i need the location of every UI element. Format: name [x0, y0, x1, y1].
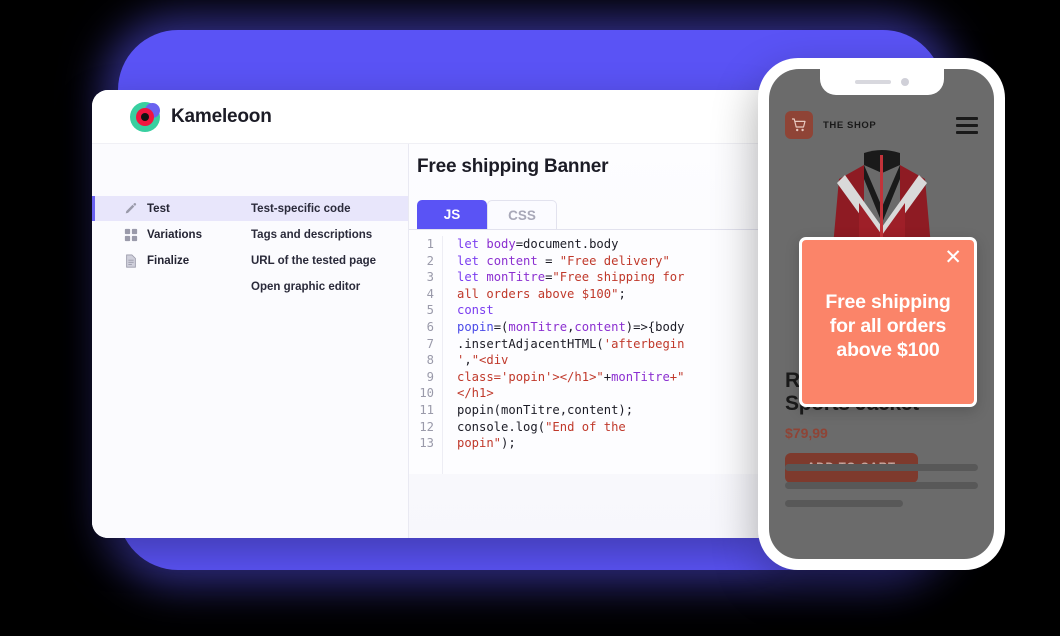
- line-number: 11: [419, 402, 434, 417]
- line-number: 2: [426, 253, 434, 268]
- product-price: $79,99: [785, 425, 828, 441]
- hamburger-menu-icon[interactable]: [956, 116, 978, 134]
- popup-message: Free shipping for all orders above $100: [825, 291, 951, 361]
- line-number: 13: [419, 436, 434, 451]
- line-number: 9: [426, 369, 434, 384]
- line-number: 1: [426, 237, 434, 251]
- line-number: 4: [426, 286, 434, 301]
- placeholder-line: [785, 500, 903, 507]
- free-shipping-popup: ✕ Free shipping for all orders above $10…: [799, 237, 977, 407]
- code-line: popin(monTitre,content);: [457, 402, 634, 417]
- phone-screen: THE SHOP ✕ Free shipping for all orders …: [769, 69, 994, 559]
- line-number: 12: [419, 419, 434, 434]
- code-line: let body=document.body: [457, 237, 619, 251]
- tab-js[interactable]: JS: [417, 200, 487, 229]
- sidebar-item-variations[interactable]: Variations: [92, 222, 234, 247]
- shop-header-bar: THE SHOP: [769, 105, 994, 145]
- kameleoon-target-logo-icon: [130, 101, 160, 132]
- tab-css[interactable]: CSS: [487, 200, 557, 229]
- submenu-list: Test-specific code Tags and descriptions…: [234, 144, 409, 538]
- line-number: 10: [419, 386, 434, 401]
- sidebar-item-test[interactable]: Test: [92, 196, 234, 221]
- shop-name-label: THE SHOP: [823, 119, 877, 131]
- phone-mockup: THE SHOP ✕ Free shipping for all orders …: [758, 58, 1005, 570]
- phone-notch: [819, 69, 944, 95]
- code-editor[interactable]: 1 2 3 4 5 6 7 8 9 10 11 12 13 let body=document.body…: [409, 229, 760, 474]
- code-content[interactable]: let body=document.body let content = "Fre…: [443, 236, 685, 474]
- submenu-item-test-specific-code[interactable]: Test-specific code: [234, 196, 408, 221]
- sidebar-item-label: Variations: [147, 228, 202, 241]
- code-line: console.log("End of the: [457, 419, 626, 434]
- document-icon: [126, 253, 136, 268]
- dashboard-body: Test Variations Finalize Test-specific c…: [92, 144, 760, 538]
- page-title: Free shipping Banner: [417, 156, 609, 177]
- sidebar-item-label: Finalize: [147, 254, 190, 267]
- front-camera-icon: [900, 78, 909, 86]
- canvas: Kameleoon Test Variations Finalize Test-…: [0, 0, 1060, 636]
- code-line: .insertAdjacentHTML('afterbegin: [457, 336, 685, 351]
- pencil-icon: [125, 202, 137, 213]
- code-line: let monTitre="Free shipping for: [457, 270, 685, 285]
- line-number: 5: [426, 303, 434, 318]
- editor-tabs: JS CSS: [409, 200, 760, 229]
- line-number-gutter: 1 2 3 4 5 6 7 8 9 10 11 12 13: [409, 236, 443, 474]
- code-line: ',"<div: [457, 353, 509, 368]
- code-line: popin");: [457, 436, 516, 451]
- line-number: 6: [426, 319, 434, 334]
- placeholder-line: [785, 482, 978, 489]
- dashboard-header: Kameleoon: [92, 90, 760, 144]
- code-line: const: [457, 303, 494, 318]
- code-line: popin=(monTitre,content)=>{body: [457, 319, 685, 334]
- code-editor-pane: Free shipping Banner JS CSS 1 2 3 4 5 6 7 8 9 10 1…: [409, 144, 760, 538]
- speaker-grille-icon: [854, 80, 891, 84]
- sidebar-item-finalize[interactable]: Finalize: [92, 248, 234, 273]
- sidebar-item-label: Test: [147, 202, 170, 215]
- code-line: </h1>: [457, 386, 494, 401]
- line-number: 7: [426, 336, 434, 351]
- kameleoon-dashboard-window: Kameleoon Test Variations Finalize Test-…: [92, 90, 760, 538]
- submenu-item-open-graphic-editor[interactable]: Open graphic editor: [234, 274, 408, 299]
- submenu-item-tags-and-descriptions[interactable]: Tags and descriptions: [234, 222, 408, 247]
- placeholder-line: [785, 464, 978, 471]
- close-x-icon[interactable]: ✕: [944, 247, 962, 268]
- code-line: all orders above $100";: [457, 286, 626, 301]
- description-placeholder: [785, 464, 978, 518]
- code-line: class='popin'></h1>"+monTitre+": [457, 369, 685, 384]
- brand-name: Kameleoon: [171, 105, 272, 127]
- line-number: 3: [426, 270, 434, 285]
- line-number: 8: [426, 353, 434, 368]
- submenu-item-url-of-tested-page[interactable]: URL of the tested page: [234, 248, 408, 273]
- shopping-cart-icon[interactable]: [785, 111, 813, 139]
- code-line: let content = "Free delivery": [457, 253, 670, 268]
- grid-squares-icon: [124, 228, 138, 241]
- sidebar-nav: Test Variations Finalize: [92, 144, 234, 538]
